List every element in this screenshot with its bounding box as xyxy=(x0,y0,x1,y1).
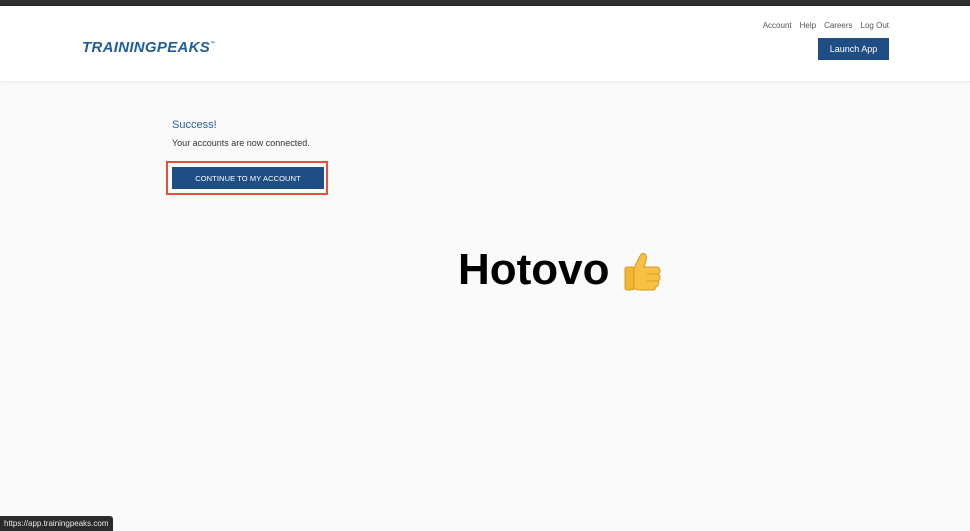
nav-account-link[interactable]: Account xyxy=(763,21,792,30)
success-message: Your accounts are now connected. xyxy=(172,138,310,148)
site-header: TRAININGPEAKS™ Account Help Careers Log … xyxy=(0,6,970,82)
success-title: Success! xyxy=(172,119,217,131)
continue-to-account-button[interactable]: CONTINUE TO MY ACCOUNT xyxy=(172,167,324,189)
top-nav: Account Help Careers Log Out xyxy=(763,21,889,30)
nav-careers-link[interactable]: Careers xyxy=(824,21,852,30)
success-panel: Success! Your accounts are now connected… xyxy=(172,119,310,148)
done-overlay: Hotovo xyxy=(458,245,664,295)
nav-help-link[interactable]: Help xyxy=(800,21,816,30)
status-bar-url: https://app.trainingpeaks.com xyxy=(0,516,113,531)
thumbs-up-icon xyxy=(620,248,664,292)
nav-logout-link[interactable]: Log Out xyxy=(861,21,889,30)
logo-text: TRAININGPEAKS xyxy=(82,39,211,56)
trainingpeaks-logo[interactable]: TRAININGPEAKS™ xyxy=(82,39,215,56)
launch-app-button[interactable]: Launch App xyxy=(818,38,889,60)
done-text: Hotovo xyxy=(458,245,610,294)
logo-trademark: ™ xyxy=(210,41,216,47)
